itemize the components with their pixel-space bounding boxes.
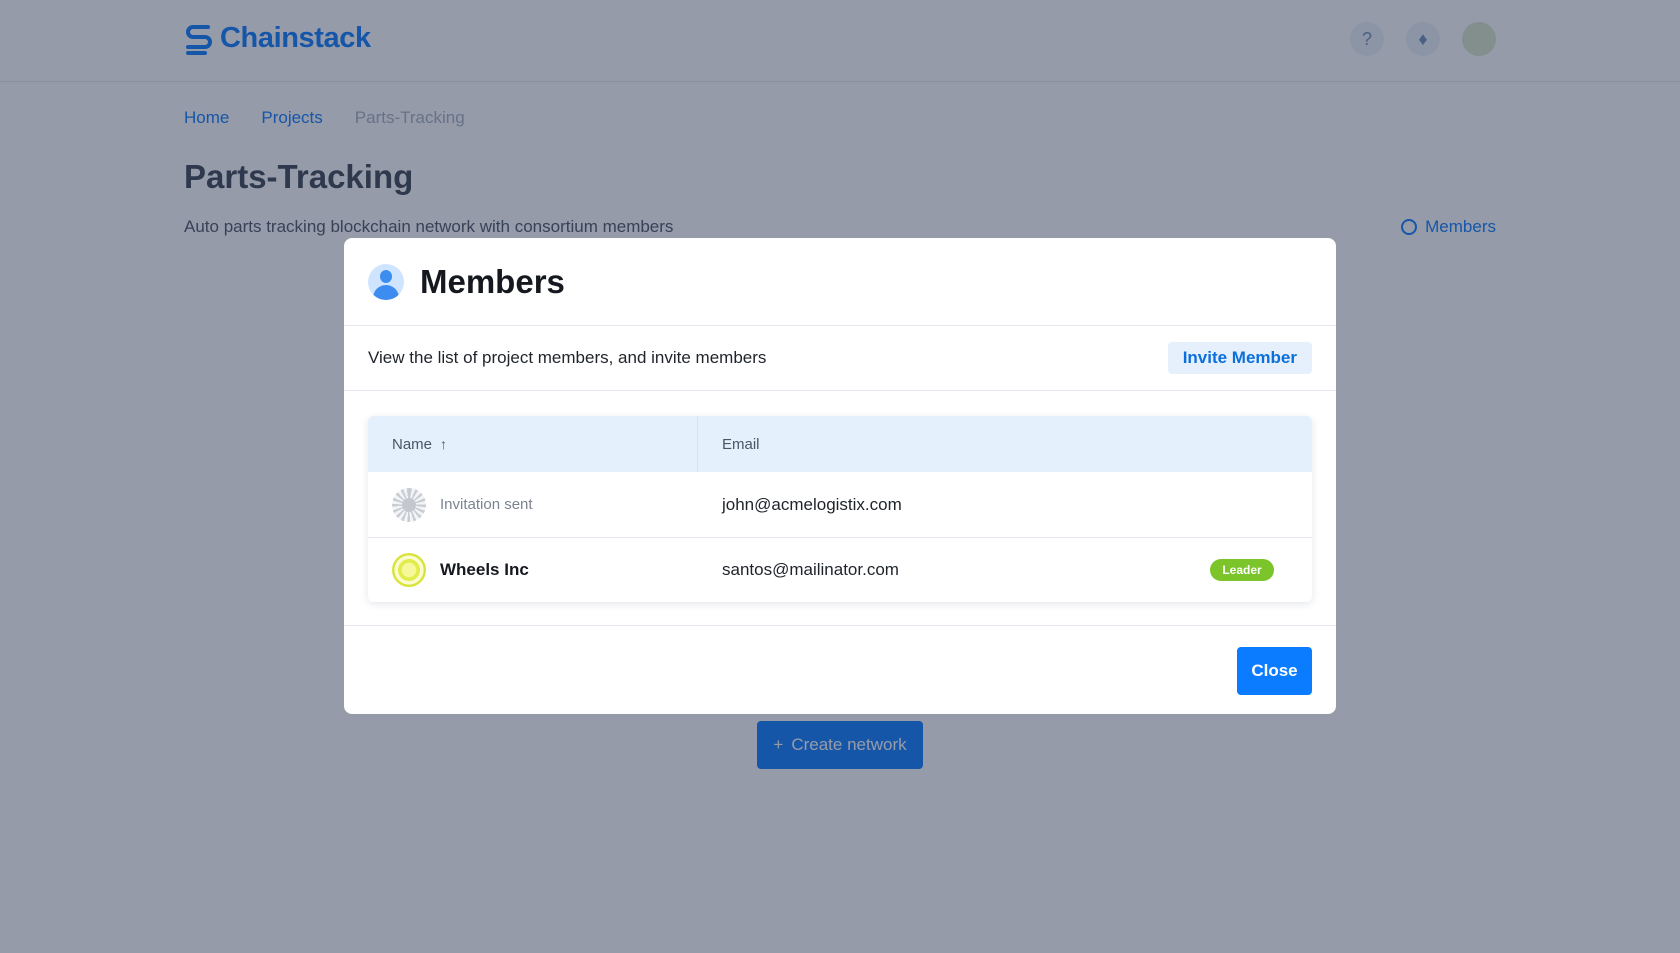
leader-badge: Leader [1210, 559, 1274, 581]
column-name-header[interactable]: Name ↑ [368, 416, 698, 472]
invite-member-button[interactable]: Invite Member [1167, 342, 1312, 374]
member-name: Invitation sent [440, 496, 533, 513]
column-email-header: Email [722, 435, 760, 453]
members-avatar-icon [368, 263, 404, 300]
member-name: Wheels Inc [440, 560, 529, 579]
close-button[interactable]: Close [1237, 647, 1312, 695]
member-email: santos@mailinator.com [722, 560, 899, 579]
modal-subheader: View the list of project members, and in… [344, 326, 1336, 391]
members-modal: Members View the list of project members… [344, 238, 1336, 714]
modal-title: Members [420, 262, 565, 300]
member-email: john@acmelogistix.com [722, 494, 902, 514]
table-row: Wheels Inc santos@mailinator.com Leader [368, 537, 1312, 602]
members-table: Name ↑ Email Invitation sent john@acmelo… [368, 416, 1312, 602]
modal-subtitle: View the list of project members, and in… [368, 348, 767, 367]
sort-ascending-icon: ↑ [440, 436, 448, 452]
table-row: Invitation sent john@acmelogistix.com [368, 472, 1312, 537]
column-name-label: Name [392, 435, 433, 453]
member-avatar-icon [392, 553, 426, 587]
table-header: Name ↑ Email [368, 416, 1312, 472]
modal-footer: Close [344, 625, 1336, 714]
modal-header: Members [344, 238, 1336, 326]
pending-avatar-icon [392, 487, 426, 522]
